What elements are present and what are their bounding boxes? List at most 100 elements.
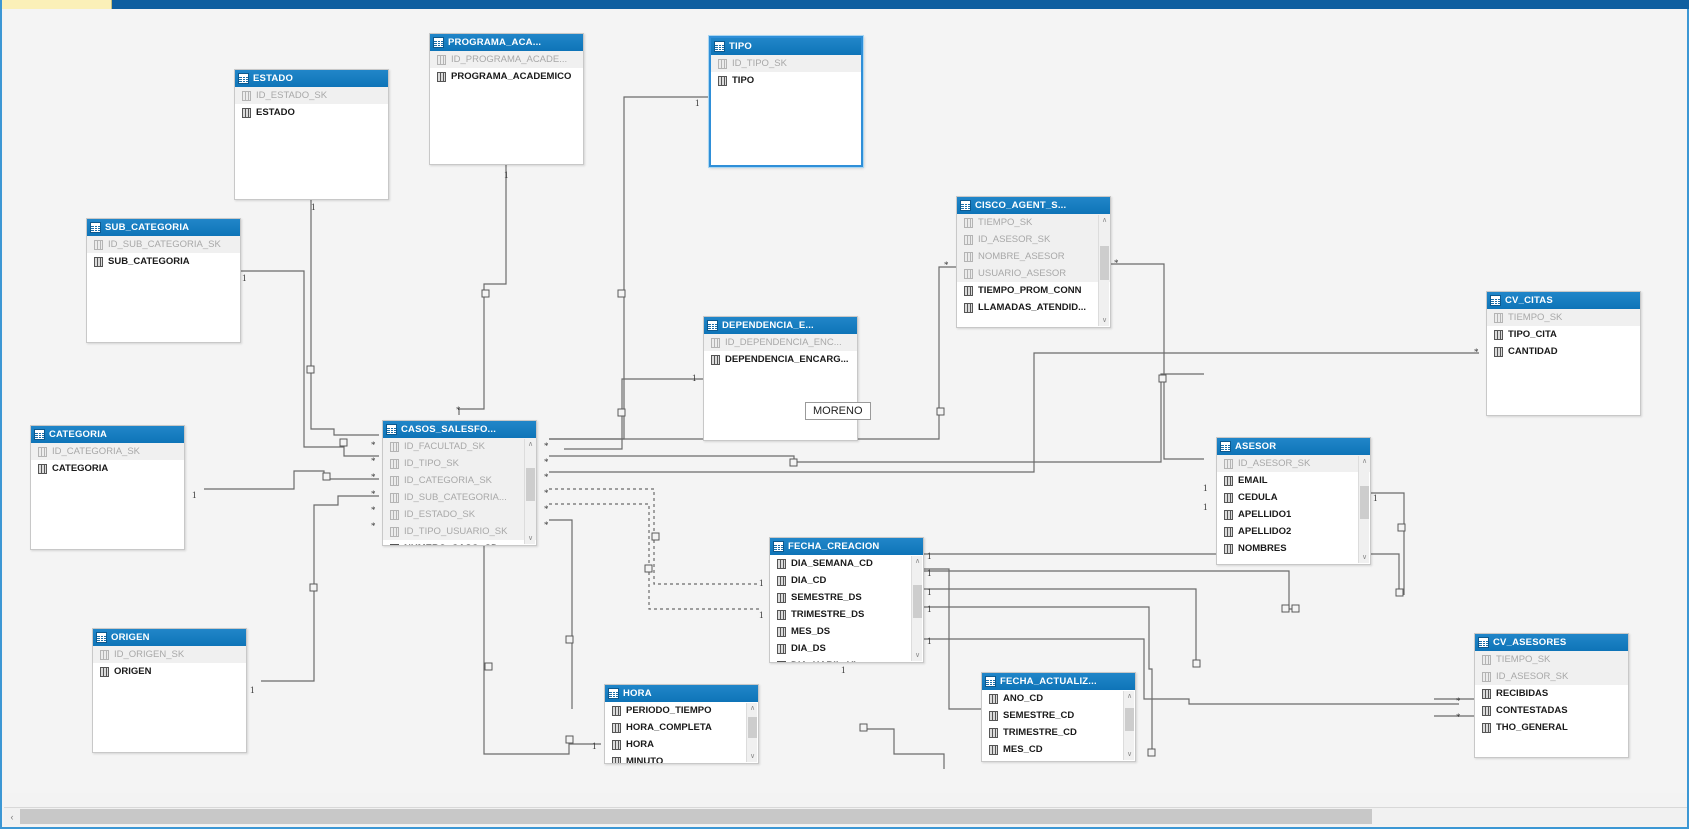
entity-programa_academico[interactable]: PROGRAMA_ACA...ID_PROGRAMA_ACADE...PROGR… [429,33,584,165]
column-row[interactable]: APELLIDO2 [1217,523,1370,540]
entity-header-estado[interactable]: ESTADO [235,70,388,87]
column-row[interactable]: NOMBRES [1217,540,1370,557]
column-row[interactable]: NUMERO_CASO_CD [383,540,536,546]
entity-header-casos_salesforce[interactable]: CASOS_SALESFO... [383,421,536,438]
column-row[interactable]: EMAIL [1217,472,1370,489]
entity-header-origen[interactable]: ORIGEN [93,629,246,646]
scroll-down-arrow[interactable]: ∨ [1099,315,1110,326]
column-row[interactable]: ID_TIPO_SK [383,455,536,472]
entity-origen[interactable]: ORIGENID_ORIGEN_SKORIGEN [92,628,247,753]
column-row[interactable]: MES_CD [982,741,1135,758]
horizontal-scrollbar[interactable]: ‹ [4,807,1687,825]
column-row[interactable]: ID_PROGRAMA_ACADE... [430,51,583,68]
entity-dependencia[interactable]: DEPENDENCIA_E...ID_DEPENDENCIA_ENC...DEP… [703,316,858,441]
column-row[interactable]: ID_TIPO_USUARIO_SK [383,523,536,540]
scroll-down-arrow[interactable]: ∨ [525,533,536,544]
column-row[interactable]: PROGRAMA_ACADEMICO [430,68,583,85]
entity-header-asesor[interactable]: ASESOR [1217,438,1370,455]
entity-tipo[interactable]: TIPOID_TIPO_SKTIPO [709,36,863,167]
entity-header-tipo[interactable]: TIPO [711,38,861,55]
entity-vertical-scrollbar[interactable]: ∧∨ [1123,691,1134,760]
column-row[interactable]: TRIMESTRE_CD [982,724,1135,741]
column-row[interactable]: ID_DEPENDENCIA_ENC... [704,334,857,351]
column-row[interactable]: TIEMPO_SK [957,214,1110,231]
column-row[interactable]: MES_DS [770,623,923,640]
column-row[interactable]: USUARIO_ASESOR [957,265,1110,282]
column-row[interactable]: PERIODO_TIEMPO [605,702,758,719]
scroll-left-arrow[interactable]: ‹ [4,808,20,826]
scroll-thumb[interactable] [526,468,535,501]
entity-vertical-scrollbar[interactable]: ∧∨ [1358,456,1369,563]
column-row[interactable]: ID_ESTADO_SK [383,506,536,523]
entity-header-cv_citas[interactable]: CV_CITAS [1487,292,1640,309]
column-row[interactable]: ANO_CD [982,690,1135,707]
entity-cisco_agent[interactable]: CISCO_AGENT_S...TIEMPO_SKID_ASESOR_SKNOM… [956,196,1111,328]
entity-header-cv_asesores[interactable]: CV_ASESORES [1475,634,1628,651]
entity-casos_salesforce[interactable]: CASOS_SALESFO...ID_FACULTAD_SKID_TIPO_SK… [382,420,537,546]
column-row[interactable]: DIA_HABIL_VL [770,657,923,663]
scroll-thumb[interactable] [913,585,922,618]
entity-estado[interactable]: ESTADOID_ESTADO_SKESTADO [234,69,389,200]
column-row[interactable]: ID_FACULTAD_SK [383,438,536,455]
column-row[interactable]: ID_CATEGORIA_SK [383,472,536,489]
tab-active[interactable] [2,0,112,9]
entity-vertical-scrollbar[interactable]: ∧∨ [1098,215,1109,326]
column-row[interactable]: LLAMADAS_ATENDID... [957,299,1110,316]
scroll-up-arrow[interactable]: ∧ [1099,215,1110,226]
entity-asesor[interactable]: ASESORID_ASESOR_SKEMAILCEDULAAPELLIDO1AP… [1216,437,1371,565]
column-row[interactable]: TIEMPO_PROM_CONN [957,282,1110,299]
column-row[interactable]: DIA_CD [770,572,923,589]
column-row[interactable]: DIA_SEMANA_CD [770,555,923,572]
column-row[interactable]: HORA_COMPLETA [605,719,758,736]
scroll-thumb[interactable] [1360,486,1369,519]
entity-header-programa_academico[interactable]: PROGRAMA_ACA... [430,34,583,51]
scroll-up-arrow[interactable]: ∧ [747,703,758,714]
column-row[interactable]: DIA_DS [770,640,923,657]
scroll-thumb[interactable] [748,717,757,738]
column-row[interactable]: TIPO [711,72,861,89]
entity-categoria[interactable]: CATEGORIAID_CATEGORIA_SKCATEGORIA [30,425,185,550]
scroll-down-arrow[interactable]: ∨ [912,650,923,661]
entity-sub_categoria[interactable]: SUB_CATEGORIAID_SUB_CATEGORIA_SKSUB_CATE… [86,218,241,343]
column-row[interactable]: TIPO_CITA [1487,326,1640,343]
entity-fecha_actualizacion[interactable]: FECHA_ACTUALIZ...ANO_CDSEMESTRE_CDTRIMES… [981,672,1136,762]
column-row[interactable]: TIEMPO_SK [1487,309,1640,326]
entity-hora[interactable]: HORAPERIODO_TIEMPOHORA_COMPLETAHORAMINUT… [604,684,759,764]
scroll-down-arrow[interactable]: ∨ [1124,749,1135,760]
scroll-up-arrow[interactable]: ∧ [1359,456,1370,467]
scroll-track[interactable] [20,808,1687,826]
column-row[interactable]: APELLIDO1 [1217,506,1370,523]
column-row[interactable]: ID_ASESOR_SK [1475,668,1628,685]
column-row[interactable]: ID_SUB_CATEGORIA_SK [87,236,240,253]
entity-header-cisco_agent[interactable]: CISCO_AGENT_S... [957,197,1110,214]
column-row[interactable]: ID_CATEGORIA_SK [31,443,184,460]
scroll-down-arrow[interactable]: ∨ [1359,552,1370,563]
entity-cv_citas[interactable]: CV_CITASTIEMPO_SKTIPO_CITACANTIDAD [1486,291,1641,416]
scroll-thumb[interactable] [1125,708,1134,731]
scroll-up-arrow[interactable]: ∧ [912,556,923,567]
entity-header-fecha_actualizacion[interactable]: FECHA_ACTUALIZ... [982,673,1135,690]
entity-vertical-scrollbar[interactable]: ∧∨ [524,439,535,544]
entity-header-hora[interactable]: HORA [605,685,758,702]
column-row[interactable]: MINUTO [605,753,758,764]
entity-header-categoria[interactable]: CATEGORIA [31,426,184,443]
column-row[interactable]: CONTESTADAS [1475,702,1628,719]
column-row[interactable]: HORA [605,736,758,753]
column-row[interactable]: CEDULA [1217,489,1370,506]
column-row[interactable]: ID_TIPO_SK [711,55,861,72]
column-row[interactable]: ID_ASESOR_SK [957,231,1110,248]
column-row[interactable]: THO_GENERAL [1475,719,1628,736]
scroll-down-arrow[interactable]: ∨ [747,751,758,762]
column-row[interactable]: ESTADO [235,104,388,121]
column-row[interactable]: RECIBIDAS [1475,685,1628,702]
entity-fecha_creacion[interactable]: FECHA_CREACIONDIA_SEMANA_CDDIA_CDSEMESTR… [769,537,924,663]
entity-vertical-scrollbar[interactable]: ∧∨ [911,556,922,661]
column-row[interactable]: SEMESTRE_DS [770,589,923,606]
entity-header-sub_categoria[interactable]: SUB_CATEGORIA [87,219,240,236]
column-row[interactable]: ID_SUB_CATEGORIA... [383,489,536,506]
scroll-thumb[interactable] [20,809,1372,824]
column-row[interactable]: TRIMESTRE_DS [770,606,923,623]
column-row[interactable]: CATEGORIA [31,460,184,477]
entity-vertical-scrollbar[interactable]: ∧∨ [746,703,757,762]
scroll-thumb[interactable] [1100,246,1109,280]
